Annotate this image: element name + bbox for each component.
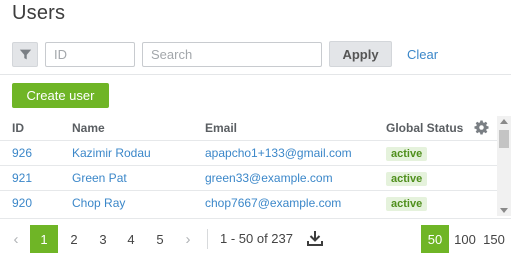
page-button-4[interactable]: 4	[117, 225, 145, 253]
user-id-link[interactable]: 920	[12, 196, 32, 210]
page-button-5[interactable]: 5	[146, 225, 174, 253]
table-header: ID Name Email Global Status	[0, 116, 497, 140]
apply-button[interactable]: Apply	[329, 41, 392, 67]
page-button-1[interactable]: 1	[30, 225, 58, 253]
user-email: green33@example.com	[205, 171, 333, 185]
page-size-50[interactable]: 50	[421, 225, 449, 253]
users-table: ID Name Email Global Status 926 Kazimir …	[0, 116, 511, 216]
page-button-3[interactable]: 3	[89, 225, 117, 253]
user-id-link[interactable]: 921	[12, 171, 32, 185]
scrollbar-thumb[interactable]	[499, 130, 509, 148]
page-size-150[interactable]: 150	[480, 225, 508, 253]
status-badge: active	[386, 197, 428, 211]
pagination-divider	[207, 229, 208, 249]
gear-icon[interactable]	[474, 120, 489, 135]
table-row: 920 Chop Ray chop7667@example.com active	[0, 190, 497, 215]
search-input[interactable]	[142, 42, 322, 67]
create-user-button[interactable]: Create user	[12, 83, 109, 108]
status-badge: active	[386, 147, 428, 161]
page-size-100[interactable]: 100	[451, 225, 479, 253]
scroll-down-arrow-icon[interactable]	[500, 208, 508, 213]
prev-page-button[interactable]: ‹	[4, 225, 28, 253]
user-id-link[interactable]: 926	[12, 146, 32, 160]
pagination: ‹ 1 2 3 4 5 › 1 - 50 of 237 50 100 150	[0, 218, 511, 256]
table-row: 926 Kazimir Rodau apapcho1+133@gmail.com…	[0, 140, 497, 165]
column-header-id[interactable]: ID	[12, 121, 24, 135]
next-page-button[interactable]: ›	[176, 225, 200, 253]
page-button-2[interactable]: 2	[60, 225, 88, 253]
filter-toggle-button[interactable]	[12, 42, 38, 67]
user-name-link[interactable]: Green Pat	[72, 171, 127, 185]
scroll-up-arrow-icon[interactable]	[500, 119, 508, 124]
id-filter-input[interactable]	[45, 42, 135, 67]
table-scrollbar[interactable]	[497, 116, 511, 216]
user-name-link[interactable]: Chop Ray	[72, 196, 125, 210]
column-header-name[interactable]: Name	[72, 121, 105, 135]
status-badge: active	[386, 172, 428, 186]
filter-funnel-icon	[19, 49, 31, 60]
page-title: Users	[12, 2, 66, 24]
range-text: 1 - 50 of 237	[220, 231, 293, 246]
filter-bar: Apply Clear	[0, 36, 511, 72]
user-email: apapcho1+133@gmail.com	[205, 146, 352, 160]
clear-link[interactable]: Clear	[407, 47, 438, 62]
table-row: 921 Green Pat green33@example.com active	[0, 165, 497, 190]
divider	[0, 74, 511, 75]
column-header-global-status[interactable]: Global Status	[386, 121, 463, 135]
user-name-link[interactable]: Kazimir Rodau	[72, 146, 151, 160]
column-header-email[interactable]: Email	[205, 121, 237, 135]
user-email: chop7667@example.com	[205, 196, 342, 210]
download-icon[interactable]	[306, 230, 324, 247]
